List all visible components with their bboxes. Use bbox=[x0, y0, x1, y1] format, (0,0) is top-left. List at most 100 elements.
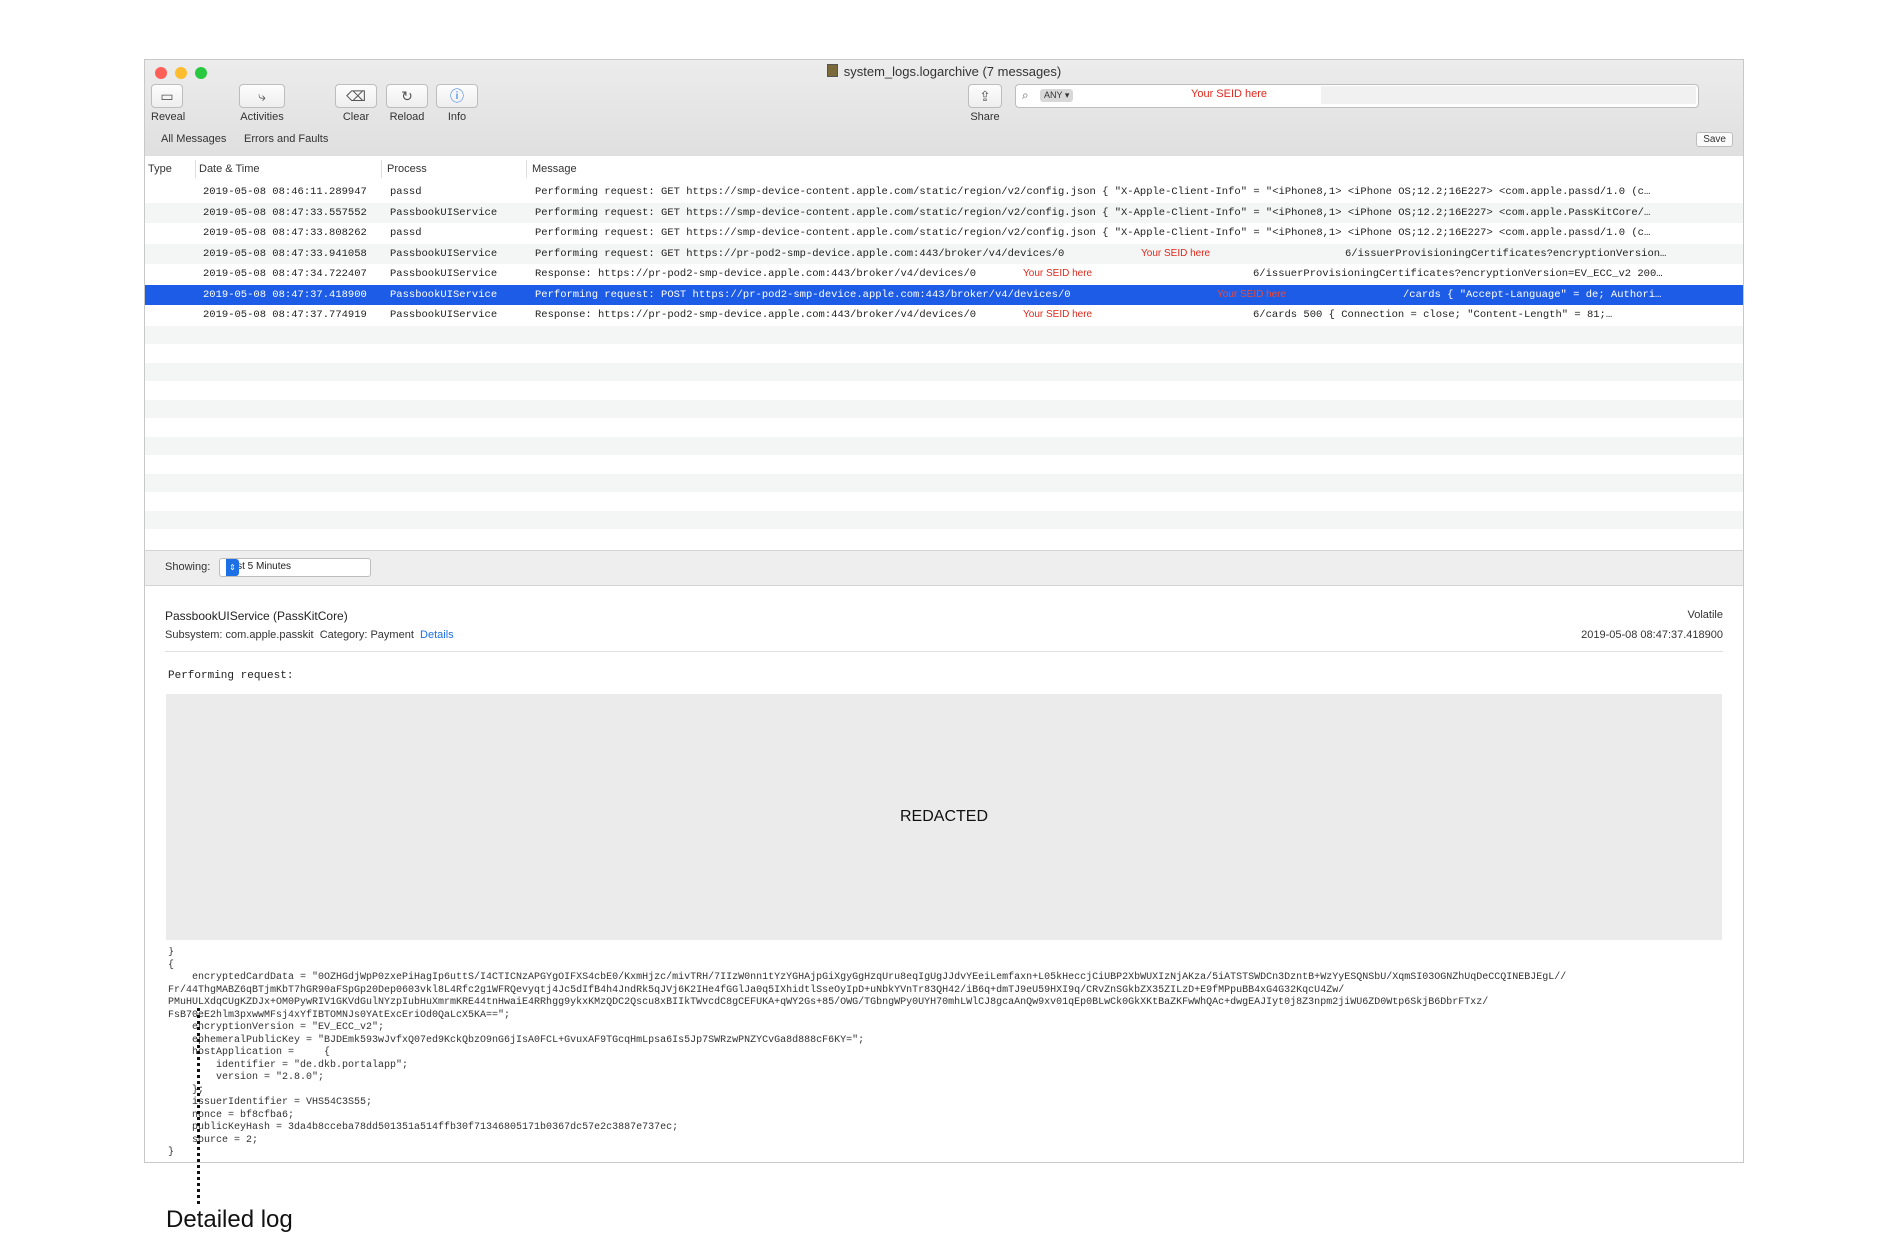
reveal-tool[interactable]: ▭ Reveal bbox=[151, 84, 186, 123]
row-process: PassbookUIService bbox=[390, 268, 498, 280]
save-button[interactable]: Save bbox=[1696, 132, 1733, 147]
row-message-tail: 6/issuerProvisioningCertificates?encrypt… bbox=[1253, 268, 1663, 280]
seid-redaction: Your SEID here bbox=[991, 268, 1250, 282]
reveal-label: Reveal bbox=[151, 111, 186, 123]
empty-row bbox=[145, 455, 1743, 474]
log-table: 2019-05-08 08:46:11.289947 passd Perform… bbox=[145, 182, 1743, 550]
row-date: 2019-05-08 08:47:33.557552 bbox=[203, 206, 367, 219]
clear-icon[interactable]: ⌫ bbox=[335, 84, 377, 108]
info-tool[interactable]: ⓘ Info bbox=[436, 84, 478, 123]
column-type[interactable]: Type bbox=[148, 163, 172, 175]
clear-tool[interactable]: ⌫ Clear bbox=[335, 84, 377, 123]
detail-log-body: } { encryptedCardData = "0OZHGdjWpP0zxeP… bbox=[168, 947, 1567, 1158]
seid-redaction: Your SEID here bbox=[1093, 288, 1400, 303]
table-row[interactable]: 2019-05-08 08:47:37.774919 PassbookUISer… bbox=[145, 305, 1743, 326]
subsystem-label: Subsystem: bbox=[165, 629, 223, 641]
seid-redaction: Your SEID here bbox=[1083, 247, 1342, 262]
search-value: Your SEID here bbox=[1191, 88, 1268, 100]
seid-placeholder: Your SEID here bbox=[1217, 288, 1287, 300]
search-redaction bbox=[1321, 86, 1696, 104]
category-value: Payment bbox=[370, 629, 414, 641]
activities-tool[interactable]: ⤷ Activities bbox=[239, 84, 285, 123]
info-label: Info bbox=[447, 111, 467, 123]
empty-row bbox=[145, 436, 1743, 455]
showing-label: Showing: bbox=[165, 561, 211, 573]
activities-icon[interactable]: ⤷ bbox=[239, 84, 285, 108]
detail-timestamp: 2019-05-08 08:47:37.418900 bbox=[1581, 629, 1723, 641]
details-link[interactable]: Details bbox=[420, 629, 454, 641]
row-process: PassbookUIService bbox=[390, 288, 498, 301]
redacted-block: REDACTED bbox=[166, 694, 1722, 940]
stepper-arrows-icon: ⇕ bbox=[226, 559, 239, 576]
search-scope-token[interactable]: ANY ▾ bbox=[1040, 89, 1074, 102]
seid-placeholder: Your SEID here bbox=[1141, 247, 1211, 259]
search-icon: ⌕ bbox=[1022, 88, 1029, 102]
row-message-tail: 6/cards 500 { Connection = close; "Conte… bbox=[1253, 309, 1613, 321]
filter-bar: All Messages Errors and Faults Save bbox=[145, 128, 1743, 154]
row-message: Response: https://pr-pod2-smp-device.app… bbox=[535, 268, 977, 280]
seid-placeholder: Your SEID here bbox=[1023, 309, 1093, 320]
row-message-tail: 6/issuerProvisioningCertificates?encrypt… bbox=[1345, 247, 1667, 260]
row-date: 2019-05-08 08:47:37.774919 bbox=[203, 309, 367, 321]
share-tool[interactable]: ⇪ Share bbox=[965, 84, 1005, 123]
row-message: Performing request: GET https://pr-pod2-… bbox=[535, 247, 1065, 260]
table-row[interactable]: 2019-05-08 08:47:33.557552 PassbookUISer… bbox=[145, 202, 1743, 223]
row-date: 2019-05-08 08:46:11.289947 bbox=[203, 186, 367, 198]
share-icon[interactable]: ⇪ bbox=[968, 84, 1002, 108]
table-row[interactable]: 2019-05-08 08:47:34.722407 PassbookUISer… bbox=[145, 264, 1743, 285]
row-message: Performing request: POST https://pr-pod2… bbox=[535, 288, 1071, 301]
column-separator bbox=[381, 160, 382, 178]
empty-row bbox=[145, 344, 1743, 363]
empty-row bbox=[145, 381, 1743, 400]
column-separator bbox=[195, 160, 196, 178]
row-process: PassbookUIService bbox=[390, 247, 498, 260]
column-process[interactable]: Process bbox=[387, 163, 427, 175]
column-headers: Type Date & Time Process Message bbox=[145, 155, 1743, 182]
row-message: Response: https://pr-pod2-smp-device.app… bbox=[535, 309, 977, 321]
volatile-badge: Volatile bbox=[1687, 609, 1723, 621]
table-row[interactable]: 2019-05-08 08:47:33.941058 PassbookUISer… bbox=[145, 243, 1743, 264]
column-date-time[interactable]: Date & Time bbox=[199, 163, 260, 175]
tab-all-messages[interactable]: All Messages bbox=[161, 133, 226, 145]
search-scope-text: ANY bbox=[1044, 90, 1063, 100]
callout-dotted-line bbox=[197, 1008, 200, 1204]
document-icon bbox=[826, 64, 838, 77]
row-date: 2019-05-08 08:47:33.808262 bbox=[203, 227, 367, 239]
detail-subsystem-line: Subsystem: com.apple.passkit Category: P… bbox=[165, 629, 454, 641]
empty-row bbox=[145, 510, 1743, 529]
empty-row bbox=[145, 399, 1743, 418]
time-range-select[interactable]: Last 5 Minutes ⇕ bbox=[219, 558, 371, 577]
window-title: system_logs.logarchive (7 messages) bbox=[145, 64, 1743, 79]
console-window: system_logs.logarchive (7 messages) ▭ Re… bbox=[144, 59, 1744, 1163]
search-field[interactable]: ⌕ ANY ▾ Your SEID here bbox=[1015, 84, 1699, 108]
row-message: Performing request: GET https://smp-devi… bbox=[535, 227, 1651, 239]
reload-label: Reload bbox=[389, 111, 425, 123]
detail-request-text: Performing request: bbox=[168, 670, 294, 682]
empty-row bbox=[145, 418, 1743, 437]
callout-label: Detailed log bbox=[166, 1206, 293, 1233]
row-date: 2019-05-08 08:47:34.722407 bbox=[203, 268, 367, 280]
row-process: PassbookUIService bbox=[390, 309, 498, 321]
column-separator bbox=[526, 160, 527, 178]
sidebar-icon[interactable]: ▭ bbox=[151, 84, 183, 108]
row-message: Performing request: GET https://smp-devi… bbox=[535, 206, 1651, 219]
divider bbox=[165, 651, 1723, 652]
tab-errors-and-faults[interactable]: Errors and Faults bbox=[244, 133, 328, 145]
showing-bar: Showing: Last 5 Minutes ⇕ bbox=[145, 550, 1743, 586]
title-bar: system_logs.logarchive (7 messages) ▭ Re… bbox=[145, 60, 1743, 182]
row-date: 2019-05-08 08:47:37.418900 bbox=[203, 288, 367, 301]
table-row[interactable]: 2019-05-08 08:47:33.808262 passd Perform… bbox=[145, 223, 1743, 244]
share-label: Share bbox=[970, 111, 1000, 123]
reload-tool[interactable]: ↻ Reload bbox=[386, 84, 428, 123]
table-row[interactable]: 2019-05-08 08:46:11.289947 passd Perform… bbox=[145, 182, 1743, 203]
reload-icon[interactable]: ↻ bbox=[386, 84, 428, 108]
window-title-text: system_logs.logarchive (7 messages) bbox=[843, 64, 1062, 79]
column-message[interactable]: Message bbox=[532, 163, 577, 175]
activities-label: Activities bbox=[240, 111, 284, 123]
empty-row bbox=[145, 325, 1743, 344]
empty-row bbox=[145, 473, 1743, 492]
info-icon[interactable]: ⓘ bbox=[436, 84, 478, 108]
empty-row bbox=[145, 492, 1743, 511]
table-row-selected[interactable]: 2019-05-08 08:47:37.418900 PassbookUISer… bbox=[145, 284, 1743, 305]
seid-redaction: Your SEID here bbox=[991, 309, 1250, 323]
